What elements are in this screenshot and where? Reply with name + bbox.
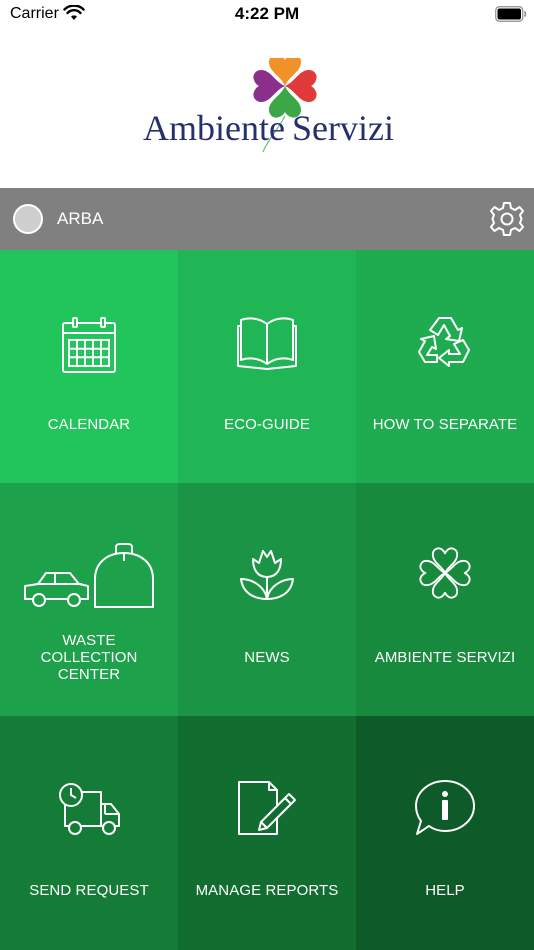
- tile-eco-guide[interactable]: ECO-GUIDE: [178, 250, 356, 483]
- logo-text-left: Ambiente: [143, 108, 285, 148]
- tile-label: NEWS: [244, 649, 290, 666]
- tile-news[interactable]: NEWS: [178, 483, 356, 716]
- tile-label: CALENDAR: [47, 416, 131, 433]
- tile-label: HELP: [425, 882, 465, 899]
- recycle-icon: [418, 317, 470, 367]
- tile-send-request[interactable]: SEND REQUEST: [0, 716, 178, 950]
- location-indicator: [13, 204, 43, 234]
- status-time: 4:22 PM: [234, 4, 300, 23]
- book-icon: [237, 317, 297, 370]
- tile-waste-collection-center[interactable]: WASTE COLLECTION CENTER: [0, 483, 178, 716]
- tile-how-to-separate[interactable]: HOW TO SEPARATE: [356, 250, 534, 483]
- status-bar: Carrier 4:22 PM: [0, 0, 534, 30]
- delivery-truck-icon: [59, 783, 120, 835]
- tulip-icon: [240, 550, 294, 600]
- tile-label: ECO-GUIDE: [224, 416, 310, 433]
- logo-text-right: Servizi: [292, 108, 394, 148]
- tile-label: WASTE COLLECTION CENTER: [40, 632, 138, 683]
- clover-icon: [419, 547, 471, 599]
- info-bubble-icon: [415, 780, 475, 835]
- location-name: ARBA: [57, 209, 104, 228]
- battery-icon: [495, 6, 527, 22]
- location-bar[interactable]: ARBA: [0, 188, 534, 250]
- gear-icon[interactable]: [489, 201, 525, 237]
- document-pen-icon: [238, 781, 296, 835]
- tile-calendar[interactable]: CALENDAR: [0, 250, 178, 483]
- ambiente-servizi-logo: Ambiente Servizi: [143, 58, 394, 153]
- tile-label: HOW TO SEPARATE: [372, 416, 518, 433]
- calendar-icon: [62, 317, 116, 373]
- tile-help[interactable]: HELP: [356, 716, 534, 950]
- app-header: Ambiente Servizi: [0, 30, 534, 188]
- tile-label: SEND REQUEST: [29, 882, 149, 899]
- tile-label: MANAGE REPORTS: [195, 882, 339, 899]
- tile-ambiente-servizi[interactable]: AMBIENTE SERVIZI: [356, 483, 534, 716]
- tile-label: AMBIENTE SERVIZI: [374, 649, 516, 666]
- tile-manage-reports[interactable]: MANAGE REPORTS: [178, 716, 356, 950]
- car-and-bin-icon: [24, 543, 154, 608]
